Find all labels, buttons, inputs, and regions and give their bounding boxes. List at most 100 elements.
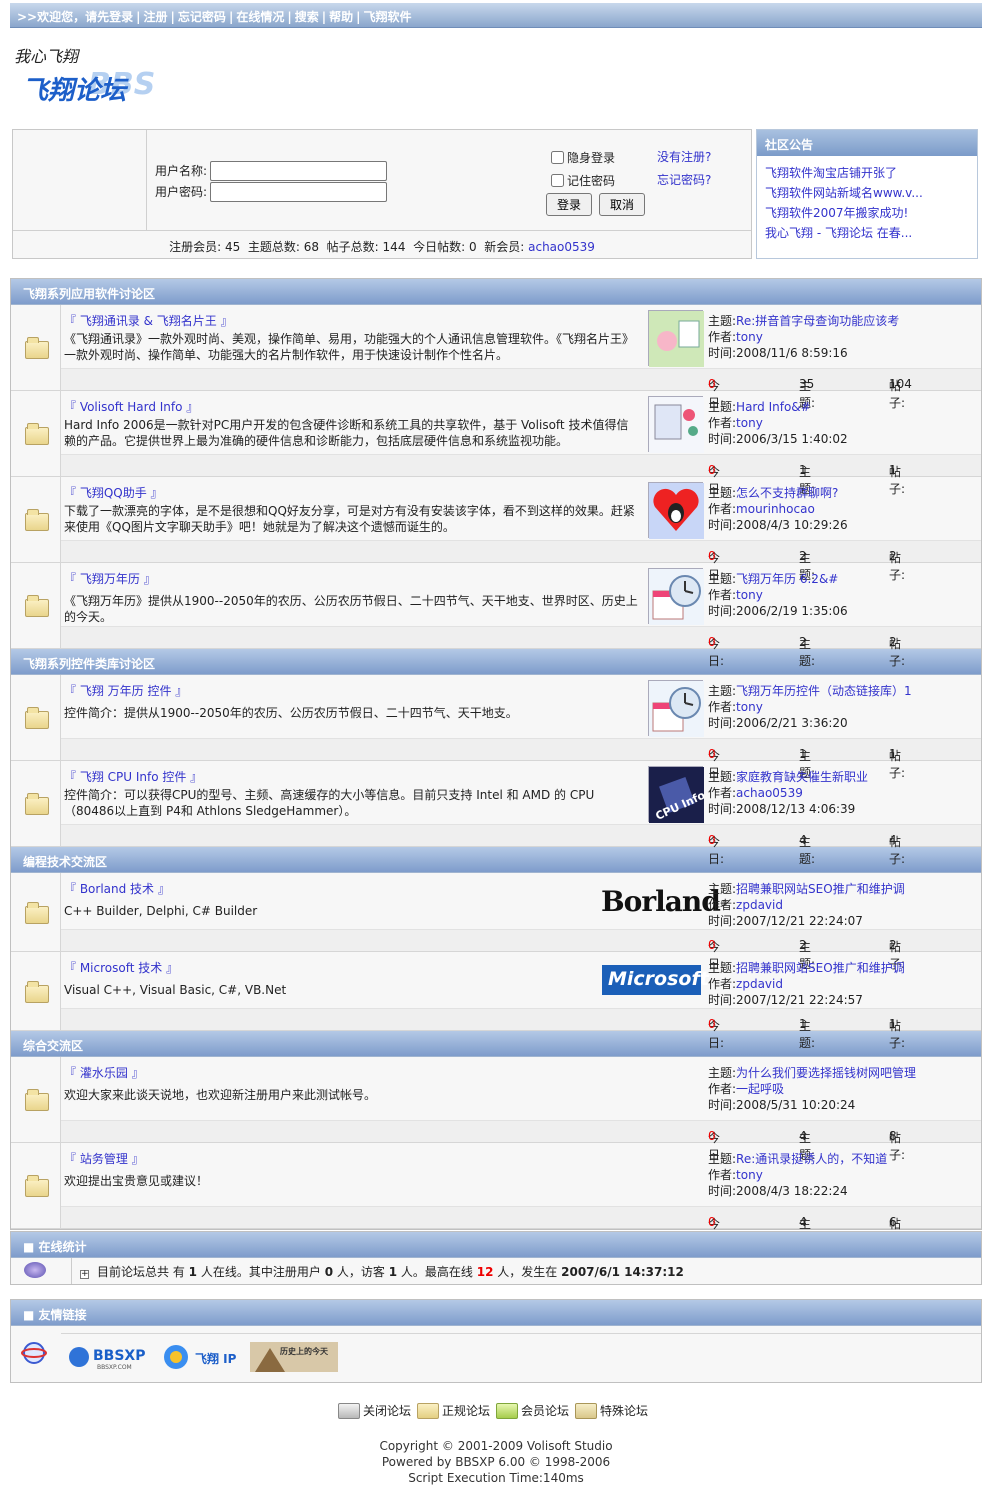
forum-title[interactable]: 『 飞翔通讯录 & 飞翔名片王 』 <box>64 312 233 329</box>
forum-title[interactable]: 『 飞翔QQ助手 』 <box>64 484 163 501</box>
footer-copyright: Copyright © 2001-2009 Volisoft Studio <box>379 1439 613 1453</box>
last-topic-link[interactable]: Re:通讯录挺诱人的，不知道 <box>736 1152 887 1166</box>
forum-title[interactable]: 『 Microsoft 技术 』 <box>64 959 178 976</box>
forum-row: 『 Borland 技术 』 C++ Builder, Delphi, C# B… <box>11 873 981 971</box>
folder-icon <box>25 423 49 445</box>
announcement-item[interactable]: 飞翔软件淘宝店铺开张了 <box>765 164 977 184</box>
last-topic-link[interactable]: Re:拼音首字母查询功能应该考 <box>736 314 899 328</box>
no-register-link[interactable]: 没有注册? <box>657 150 711 164</box>
top-nav-bar: >>欢迎您，请先登录 | 注册 | 忘记密码 | 在线情况 | 搜索 | 帮助 | 飞翔软件 <box>10 3 982 28</box>
last-topic-link[interactable]: 招聘兼职网站SEO推广和维护调 <box>736 961 905 975</box>
last-topic-link[interactable]: 为什么我们要选择摇钱树网吧管理 <box>736 1066 916 1080</box>
forum-description: 控件简介：可以获得CPU的型号、主频、高速缓存的大小等信息。目前只支持 Inte… <box>64 788 595 818</box>
last-post-time: 2008/11/6 8:59:16 <box>736 346 848 360</box>
last-author-link[interactable]: tony <box>736 330 763 344</box>
folder-icon <box>25 707 49 729</box>
announcement-item[interactable]: 飞翔软件网站新域名www.v... <box>765 184 977 204</box>
login-button[interactable]: 登录 <box>546 193 593 216</box>
last-topic-link[interactable]: 飞翔万年历 6.2&# <box>736 572 838 586</box>
feixiang-ip-logo[interactable]: 飞翔 IP <box>161 1342 243 1372</box>
online-stats-text: + 目前论坛总共 有 1 人在线。其中注册用户 0 人，访客 1 人。最高在线 1… <box>71 1258 684 1284</box>
announcement-item[interactable]: 飞翔软件2007年搬家成功! <box>765 204 977 224</box>
announcement-item[interactable]: 我心飞翔 - 飞翔论坛 在春... <box>765 224 977 244</box>
last-topic-link[interactable]: 飞翔万年历控件（动态链接库）1 <box>736 684 912 698</box>
last-author-link[interactable]: zpdavid <box>736 977 783 991</box>
forum-stats-bar: 今日: 0 主题: 2 帖子: 2 <box>61 929 981 971</box>
username-label: 用户名称: <box>155 164 208 178</box>
bbsxp-logo[interactable]: BBSXP BBSXP.COM <box>67 1342 154 1372</box>
last-topic-link[interactable]: 怎么不支持群聊啊? <box>736 486 838 500</box>
last-author-link[interactable]: 一起呼吸 <box>736 1082 784 1096</box>
forum-stats-bar: 今日: 0 主题: 35 帖子: 104 <box>61 368 981 410</box>
forum-title[interactable]: 『 Borland 技术 』 <box>64 880 170 897</box>
login-left-cell <box>13 130 147 230</box>
category-header[interactable]: 编程技术交流区 <box>11 847 981 873</box>
last-author-link[interactable]: mourinhocao <box>736 502 815 516</box>
forum-row: 『 飞翔万年历 』 《飞翔万年历》提供从1900--2050年的农历、公历农历节… <box>11 563 981 668</box>
forum-title[interactable]: 『 飞翔万年历 』 <box>64 570 156 587</box>
newest-member-link[interactable]: achao0539 <box>528 240 595 254</box>
username-input[interactable] <box>210 160 387 181</box>
forum-description: 《飞翔万年历》提供从1900--2050年的农历、公历农历节假日、二十四节气、天… <box>64 594 638 624</box>
forum-legend: 关闭论坛 正规论坛 会员论坛 特殊论坛 <box>338 1402 648 1419</box>
history-today-logo[interactable]: 历史上的今天 <box>250 1342 338 1372</box>
hidden-login-checkbox[interactable] <box>551 151 564 164</box>
remember-password-checkbox[interactable] <box>551 174 564 187</box>
login-options: 隐身登录 记住密码 <box>549 146 615 192</box>
footer-exec-time: Script Execution Time:140ms <box>408 1471 584 1485</box>
nav-online[interactable]: 在线情况 <box>236 10 284 24</box>
links-globe-icon <box>21 1342 47 1364</box>
category-header[interactable]: 综合交流区 <box>11 1031 981 1057</box>
last-author-link[interactable]: tony <box>736 416 763 430</box>
topics-label: 主题总数: <box>247 240 300 254</box>
nav-search[interactable]: 搜索 <box>295 10 319 24</box>
forum-title[interactable]: 『 飞翔 CPU Info 控件 』 <box>64 768 202 785</box>
forum-title[interactable]: 『 飞翔 万年历 控件 』 <box>64 682 187 699</box>
announcement-title: 社区公告 <box>757 130 977 156</box>
last-topic-link[interactable]: 招聘兼职网站SEO推广和维护调 <box>736 882 905 896</box>
nav-register[interactable]: 注册 <box>144 10 168 24</box>
last-author-link[interactable]: tony <box>736 588 763 602</box>
forum-last-post: 主题:Re:通讯录挺诱人的，不知道 作者:tony 时间:2008/4/3 18… <box>708 1152 888 1198</box>
category-header[interactable]: 飞翔系列应用软件讨论区 <box>11 279 981 305</box>
forgot-password-link[interactable]: 忘记密码? <box>657 173 711 187</box>
login-panel: 用户名称: 用户密码: 隐身登录 记住密码 没有注册? 忘记密码? 登录 取消 … <box>12 129 752 259</box>
last-author-link[interactable]: achao0539 <box>736 786 803 800</box>
forum-title[interactable]: 『 灌水乐园 』 <box>64 1064 144 1081</box>
forum-last-post: 主题:招聘兼职网站SEO推广和维护调 作者:zpdavid 时间:2007/12… <box>708 961 905 1007</box>
online-stats-panel: ■ 在线统计 + 目前论坛总共 有 1 人在线。其中注册用户 0 人，访客 1 人… <box>10 1231 982 1285</box>
online-total: 1 <box>188 1265 198 1279</box>
forum-logo[interactable]: BBS 我心飞翔 飞翔论坛 <box>12 42 167 108</box>
last-topic-link[interactable]: 家庭教育缺失催生新职业 <box>736 770 868 784</box>
forum-description: 欢迎提出宝贵意见或建议！ <box>64 1174 209 1188</box>
forum-last-post: 主题:Hard Info&# 作者:tony 时间:2006/3/15 1:40… <box>708 400 848 446</box>
expand-icon[interactable]: + <box>80 1270 89 1279</box>
nav-forgot-password[interactable]: 忘记密码 <box>178 10 226 24</box>
normal-forum-icon <box>417 1403 440 1419</box>
hidden-login-label: 隐身登录 <box>567 151 616 165</box>
folder-icon <box>25 509 49 531</box>
forum-stats-bar: 今日: 0 主题: 1 帖子: 1 <box>61 738 981 780</box>
members-count: 45 <box>224 240 241 254</box>
last-author-link[interactable]: tony <box>736 700 763 714</box>
nav-help[interactable]: 帮助 <box>329 10 353 24</box>
nav-login[interactable]: >>欢迎您，请先登录 <box>17 10 133 24</box>
last-post-time: 2007/12/21 22:24:07 <box>736 914 863 928</box>
forum-row: 『 Volisoft Hard Info 』 Hard Info 2006是一款… <box>11 391 981 496</box>
last-topic-link[interactable]: Hard Info&# <box>736 400 811 414</box>
microsoft-logo: Microsoft <box>602 965 709 995</box>
forum-stats: 注册会员: 45 主题总数: 68 帖子总数: 144 今日帖数: 0 新会员:… <box>13 230 751 259</box>
svg-text:历史上的今天: 历史上的今天 <box>280 1346 329 1356</box>
password-input[interactable] <box>210 181 387 202</box>
friend-links-panel: ■ 友情链接 BBSXP BBSXP.COM 飞翔 IP 历史上的今天 <box>10 1299 982 1383</box>
nav-feixiang-software[interactable]: 飞翔软件 <box>364 10 412 24</box>
last-author-link[interactable]: zpdavid <box>736 898 783 912</box>
forum-title[interactable]: 『 站务管理 』 <box>64 1150 144 1167</box>
forum-row: 『 飞翔QQ助手 』 下载了一款漂亮的字体，是不是很想和QQ好友分享，可是对方有… <box>11 477 981 582</box>
friend-links-title: ■ 友情链接 <box>11 1300 981 1326</box>
category-header[interactable]: 飞翔系列控件类库讨论区 <box>11 649 981 675</box>
forum-title[interactable]: 『 Volisoft Hard Info 』 <box>64 398 198 415</box>
last-author-link[interactable]: tony <box>736 1168 763 1182</box>
cancel-button[interactable]: 取消 <box>599 193 646 216</box>
forum-row: 『 Microsoft 技术 』 Visual C++, Visual Basi… <box>11 952 981 1050</box>
